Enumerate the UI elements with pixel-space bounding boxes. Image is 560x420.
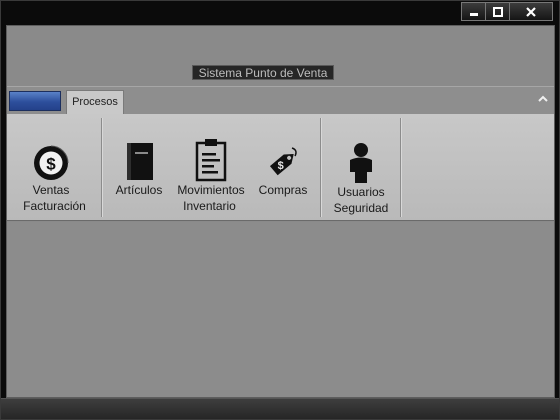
status-bar	[1, 398, 559, 419]
app-title: Sistema Punto de Venta	[192, 65, 334, 80]
compras-label: Compras	[258, 183, 308, 197]
book-icon	[127, 143, 153, 180]
clipboard-icon	[195, 139, 227, 182]
articulos-label: Artículos	[115, 183, 163, 197]
minimize-button[interactable]	[461, 2, 486, 21]
price-tag-icon: $	[269, 147, 297, 176]
group-separator	[320, 118, 321, 217]
svg-text:$: $	[278, 160, 284, 172]
application-menu-button[interactable]	[9, 91, 61, 111]
usuarios-button[interactable]: Usuarios	[329, 138, 393, 201]
group-label-seguridad: Seguridad	[333, 201, 389, 215]
ventas-button[interactable]: $ Ventas	[19, 140, 83, 199]
ribbon-panel: $ Ventas Facturación Artículos Movimient…	[7, 114, 554, 221]
maximize-button[interactable]	[485, 2, 510, 21]
group-separator	[101, 118, 102, 217]
dollar-icon: $	[34, 145, 69, 180]
group-label-inventario: Inventario	[183, 199, 236, 213]
maximize-icon	[492, 6, 503, 17]
collapse-ribbon-icon[interactable]	[537, 94, 549, 104]
ribbon-tab-bar: Procesos	[7, 86, 554, 115]
svg-text:$: $	[46, 155, 56, 174]
compras-button[interactable]: $ Compras	[255, 136, 311, 199]
close-button[interactable]	[509, 2, 553, 21]
group-separator	[400, 118, 401, 217]
minimize-icon	[469, 12, 478, 16]
mdi-client-area	[7, 222, 554, 397]
user-icon	[350, 143, 372, 183]
articulos-button[interactable]: Artículos	[113, 136, 165, 199]
group-label-facturacion: Facturación	[23, 199, 86, 213]
movimientos-button[interactable]: Movimientos	[175, 136, 247, 199]
client-frame: Sistema Punto de Venta Procesos $ Ventas…	[6, 25, 555, 398]
window-caption-buttons	[461, 2, 553, 21]
usuarios-label: Usuarios	[337, 185, 385, 199]
close-icon	[526, 6, 536, 17]
tab-procesos[interactable]: Procesos	[66, 90, 124, 115]
ventas-label: Ventas	[32, 183, 70, 197]
movimientos-label: Movimientos	[177, 183, 245, 197]
main-window: Sistema Punto de Venta Procesos $ Ventas…	[0, 0, 560, 420]
